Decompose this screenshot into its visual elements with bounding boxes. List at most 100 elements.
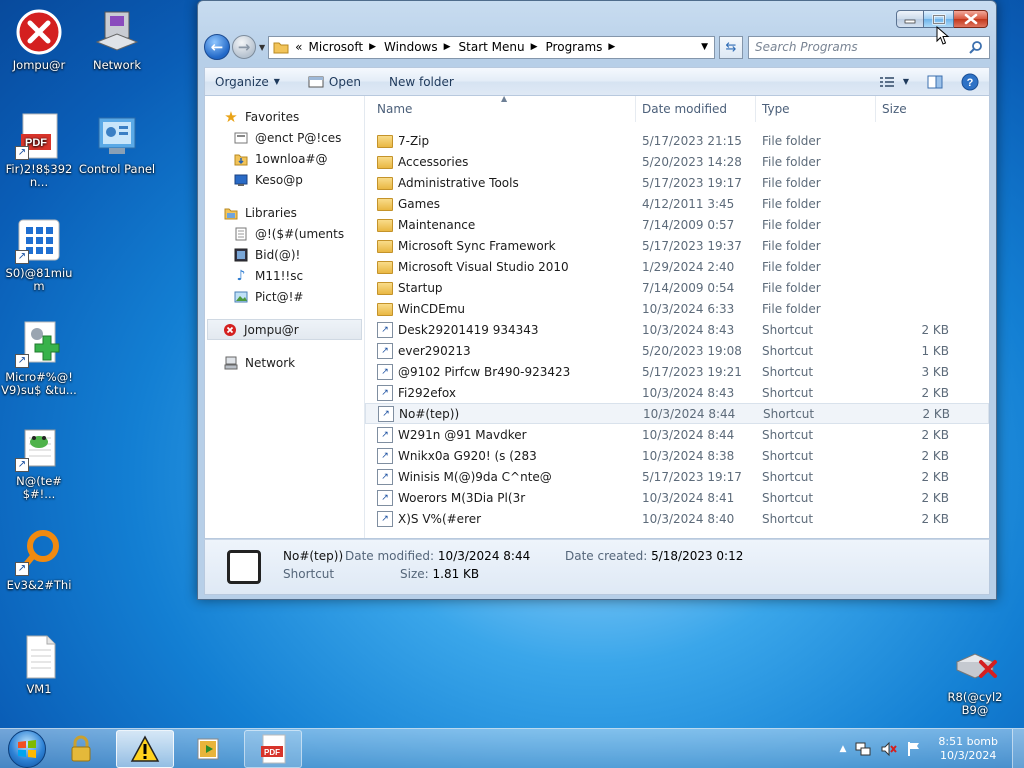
recent-pages-dropdown[interactable]: ▼ xyxy=(259,43,265,52)
error-icon xyxy=(15,8,63,56)
breadcrumb-item[interactable]: Programs xyxy=(546,40,603,54)
nav-favorite-item[interactable]: Keso@p xyxy=(205,169,364,190)
desktop-icon-notepad[interactable]: ↗ N@(te#$#!... xyxy=(0,424,78,501)
taskbar-app-warning[interactable] xyxy=(116,729,174,768)
forward-button[interactable]: → xyxy=(232,35,256,59)
file-row[interactable]: ↗ Wnikx0a G920! (s (283 10/3/2024 8:38 Shor… xyxy=(365,445,989,466)
refresh-button[interactable]: ⇆ xyxy=(719,35,743,59)
volume-muted-icon[interactable] xyxy=(880,741,898,757)
file-row[interactable]: Microsoft Visual Studio 2010 1/29/2024 2:… xyxy=(365,256,989,277)
file-row[interactable]: ↗ Woerors M(3Dia Pl(3r 10/3/2024 8:41 Short… xyxy=(365,487,989,508)
file-row[interactable]: ↗ ever290213 5/20/2023 19:08 Shortcut 1 KB xyxy=(365,340,989,361)
navigation-pane: ★ Favorites @enct P@!ces 1ownloa#@ Keso@… xyxy=(205,96,365,538)
column-header-size[interactable]: Size xyxy=(876,96,951,122)
show-desktop-button[interactable] xyxy=(1012,728,1024,768)
file-row[interactable]: ↗ X)S V%(#erer 10/3/2024 8:40 Shortcut 2 KB xyxy=(365,508,989,529)
nav-computer[interactable]: Jompu@r xyxy=(207,319,362,340)
desktop-icon-network[interactable]: Network xyxy=(78,8,156,72)
chevron-right-icon[interactable]: ▶ xyxy=(608,42,615,52)
file-name: No#(tep)) xyxy=(399,406,460,421)
address-dropdown-icon[interactable]: ▼ xyxy=(701,42,708,52)
desktop-icon-app[interactable]: ↗ S0)@81mium xyxy=(0,216,78,293)
file-row[interactable]: Startup 7/14/2009 0:54 File folder xyxy=(365,277,989,298)
chevron-right-icon[interactable]: ▶ xyxy=(444,42,451,52)
nav-network[interactable]: Network xyxy=(205,352,364,373)
desktop-icon-pdf[interactable]: PDF ↗ Fir)2!8$392n... xyxy=(0,112,78,189)
breadcrumb-item[interactable]: Microsoft xyxy=(309,40,364,54)
desktop-icon-vm1[interactable]: VM1 xyxy=(0,632,78,696)
desktop-icon-control-panel[interactable]: Control Panel xyxy=(78,112,156,176)
organize-label: Organize xyxy=(215,74,269,89)
search-icon xyxy=(969,41,982,54)
nav-libraries[interactable]: Libraries xyxy=(205,202,364,223)
help-icon[interactable]: ? xyxy=(961,73,979,91)
nav-favorites[interactable]: ★ Favorites xyxy=(205,106,364,127)
preview-pane-icon[interactable] xyxy=(927,75,943,89)
file-row[interactable]: ↗ W291n @91 Mavdker 10/3/2024 8:44 Shortcut… xyxy=(365,424,989,445)
file-type-cell: Shortcut xyxy=(762,469,814,484)
shortcut-icon: ↗ xyxy=(377,426,393,443)
file-row[interactable]: Maintenance 7/14/2009 0:57 File folder xyxy=(365,214,989,235)
start-button[interactable] xyxy=(8,729,46,768)
breadcrumb-item[interactable]: Start Menu xyxy=(459,40,525,54)
clock[interactable]: 8:51 bomb 10/3/2024 xyxy=(938,735,998,763)
file-type-cell: File folder xyxy=(762,175,821,190)
network-status-icon[interactable] xyxy=(855,741,871,757)
breadcrumb-item[interactable]: Windows xyxy=(384,40,438,54)
search-input[interactable]: Search Programs xyxy=(748,35,990,59)
file-type-cell: File folder xyxy=(762,238,821,253)
nav-library-item[interactable]: ♪ M11!!sc xyxy=(205,265,364,286)
shortcut-arrow-icon: ↗ xyxy=(15,354,29,368)
chevron-right-icon[interactable]: ▶ xyxy=(531,42,538,52)
open-button[interactable]: Open xyxy=(308,75,361,89)
file-date-cell: 1/29/2024 2:40 xyxy=(642,259,735,274)
chevron-right-icon[interactable]: ▶ xyxy=(369,42,376,52)
desktop-icon-search-app[interactable]: ↗ Ev3&2#Thi xyxy=(0,528,78,592)
organize-button[interactable]: Organize ▼ xyxy=(215,75,280,89)
desktop-icon-installer[interactable]: ↗ Micro#%@! V9)su$ &tu... xyxy=(0,320,78,397)
file-name: X)S V%(#erer xyxy=(398,511,482,526)
file-rows: 7-Zip 5/17/2023 21:15 File folder Accessori… xyxy=(365,122,989,529)
file-row[interactable]: WinCDEmu 10/3/2024 6:33 File folder xyxy=(365,298,989,319)
change-view-button[interactable]: ▼ xyxy=(879,76,909,88)
address-bar[interactable]: « Microsoft ▶ Windows ▶ Start Menu ▶ Pro… xyxy=(268,35,715,59)
file-row[interactable]: Accessories 5/20/2023 14:28 File folder xyxy=(365,151,989,172)
chevron-up-icon[interactable]: ▲ xyxy=(839,744,846,754)
taskbar-app-media[interactable] xyxy=(180,730,238,768)
shortcut-icon: ↗ xyxy=(377,447,393,464)
nav-favorite-item[interactable]: 1ownloa#@ xyxy=(205,148,364,169)
file-row[interactable]: ↗ Winisis M(@)9da C^nte@ 5/17/2023 19:17 Sh… xyxy=(365,466,989,487)
minimize-button[interactable] xyxy=(896,10,924,28)
desktop-icon-label: Jompu@r xyxy=(12,58,66,72)
nav-library-item[interactable]: Pict@!# xyxy=(205,286,364,307)
column-header-date[interactable]: Date modified xyxy=(636,95,756,122)
explorer-window[interactable]: ← → ▼ « Microsoft ▶ Windows ▶ Start Menu… xyxy=(197,0,997,600)
file-row[interactable]: ↗ Fi292efox 10/3/2024 8:43 Shortcut 2 KB xyxy=(365,382,989,403)
taskbar-app-security[interactable] xyxy=(52,730,110,768)
file-name-cell: Microsoft Sync Framework xyxy=(365,238,636,253)
nav-library-item[interactable]: @!($#(uments xyxy=(205,223,364,244)
file-row[interactable]: Administrative Tools 5/17/2023 19:17 File … xyxy=(365,172,989,193)
file-row[interactable]: ↗ No#(tep)) 10/3/2024 8:44 Shortcut 2 KB xyxy=(365,403,989,424)
file-name: Startup xyxy=(398,280,443,295)
column-header-type[interactable]: Type xyxy=(756,95,876,122)
file-row[interactable]: 7-Zip 5/17/2023 21:15 File folder xyxy=(365,130,989,151)
taskbar-app-pdf[interactable]: PDF xyxy=(244,729,302,768)
file-name-cell: ↗ @9102 Pirfcw Br490-923423 xyxy=(365,363,636,380)
file-row[interactable]: Games 4/12/2011 3:45 File folder xyxy=(365,193,989,214)
action-center-flag-icon[interactable] xyxy=(907,741,921,757)
back-button[interactable]: ← xyxy=(204,34,230,60)
command-bar: Organize ▼ Open New folder ▼ ? xyxy=(204,67,990,95)
close-button[interactable] xyxy=(954,10,988,28)
nav-label: @enct P@!ces xyxy=(255,130,342,145)
file-row[interactable]: ↗ Desk29201419 934343 10/3/2024 8:43 Shortc… xyxy=(365,319,989,340)
new-folder-button[interactable]: New folder xyxy=(389,75,454,89)
breadcrumb-overflow[interactable]: « xyxy=(295,40,302,54)
file-row[interactable]: Microsoft Sync Framework 5/17/2023 19:37 F… xyxy=(365,235,989,256)
nav-favorite-item[interactable]: @enct P@!ces xyxy=(205,127,364,148)
file-row[interactable]: ↗ @9102 Pirfcw Br490-923423 5/17/2023 19:2… xyxy=(365,361,989,382)
desktop-icon-computer[interactable]: Jompu@r xyxy=(0,8,78,72)
nav-library-item[interactable]: Bid(@)! xyxy=(205,244,364,265)
nav-label: Network xyxy=(245,355,296,370)
desktop-icon-recycle[interactable]: R8(@cyl2 B9@ xyxy=(936,640,1014,717)
